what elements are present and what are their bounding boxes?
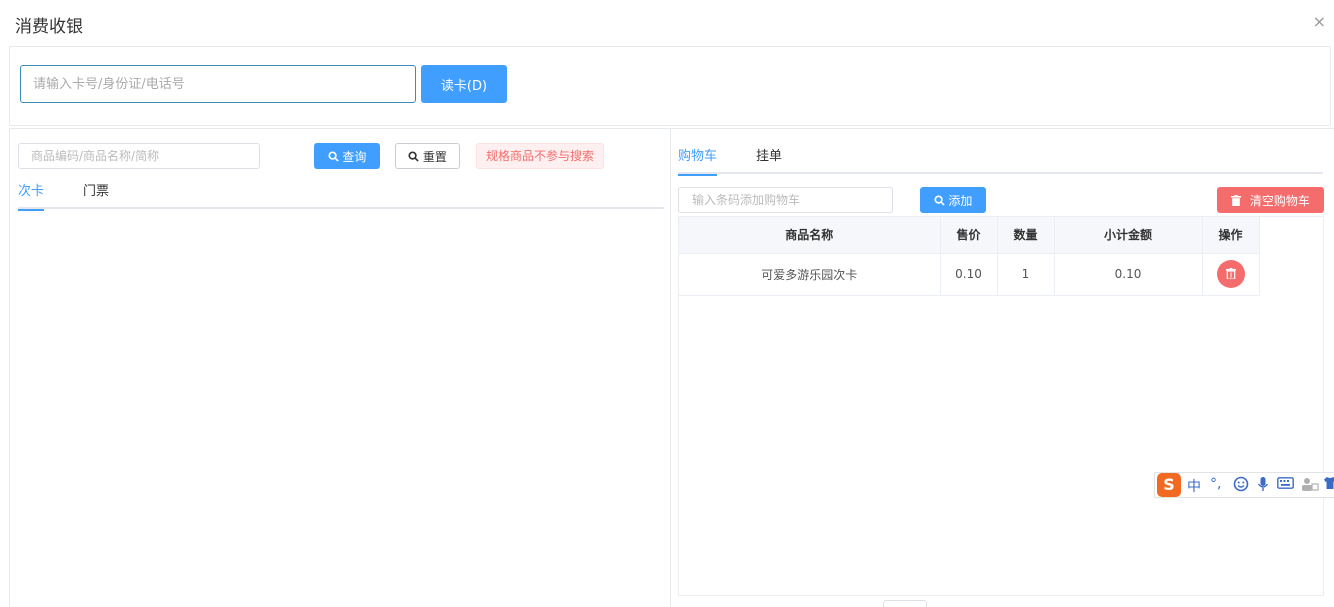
column-header-name: 商品名称 [679,217,941,254]
cart-table-container: 商品名称 售价 数量 小计金额 操作 可爱多游乐园次卡 0.10 1 0.10 [678,216,1324,596]
tab-times-card[interactable]: 次卡 [18,180,45,211]
clear-cart-button[interactable]: 清空购物车 [1217,187,1324,213]
goods-search-input[interactable] [18,143,260,169]
add-button-label: 添加 [948,193,973,208]
reset-button-label: 重置 [422,149,447,164]
read-card-button[interactable]: 读卡(D) [421,65,507,103]
sogou-logo-icon: S [1157,473,1181,497]
tab-cart[interactable]: 购物车 [678,145,718,176]
keyboard-icon[interactable] [1277,476,1294,494]
read-card-section: 读卡(D) [9,46,1331,126]
table-header-row: 商品名称 售价 数量 小计金额 操作 [679,217,1260,254]
dialog-title: 消费收银 [15,17,83,37]
tab-ticket[interactable]: 门票 [83,180,109,209]
trash-icon [1225,268,1236,280]
delete-row-button[interactable] [1216,260,1245,288]
close-icon[interactable]: × [1313,12,1326,31]
punctuation-toggle[interactable]: °, [1210,476,1221,492]
cell-name: 可爱多游乐园次卡 [679,253,941,296]
checkout-dialog: 消费收银 × 读卡(D) 查询 重置 规格商品不参与搜索 次卡 门票 购物车 挂… [0,0,1334,607]
search-icon [408,150,423,164]
add-to-cart-button[interactable]: 添加 [920,187,986,213]
clear-cart-label: 清空购物车 [1249,193,1310,208]
column-header-subtotal: 小计金额 [1054,217,1203,254]
cell-actions [1202,253,1260,296]
user-tools-icon[interactable] [1301,476,1319,496]
card-number-input[interactable] [20,65,416,103]
cart-table: 商品名称 售价 数量 小计金额 操作 可爱多游乐园次卡 0.10 1 0.10 [679,217,1260,296]
trash-icon [1231,194,1250,208]
search-icon [328,150,343,164]
search-hint-badge: 规格商品不参与搜索 [476,143,604,169]
cart-tabs: 购物车 挂单 [678,141,1323,176]
cell-price: 0.10 [940,253,998,296]
tab-pending-orders[interactable]: 挂单 [756,145,782,174]
column-header-actions: 操作 [1202,217,1260,254]
input-mode-toggle[interactable]: 中 [1187,476,1201,496]
barcode-input[interactable] [678,187,893,213]
query-button-label: 查询 [342,149,367,164]
pagination-control[interactable] [883,600,927,607]
query-button[interactable]: 查询 [314,143,380,169]
column-header-qty: 数量 [997,217,1055,254]
emoji-icon[interactable] [1233,476,1249,496]
table-row: 可爱多游乐园次卡 0.10 1 0.10 [679,253,1260,296]
cart-panel: 购物车 挂单 添加 清空购物车 商品名称 售价 数量 小计金额 [671,128,1334,607]
column-header-price: 售价 [940,217,998,254]
skin-icon[interactable] [1323,476,1334,494]
goods-tabs: 次卡 门票 [18,173,664,211]
reset-button[interactable]: 重置 [395,143,460,169]
search-icon [934,194,949,208]
cell-qty: 1 [997,253,1055,296]
microphone-icon[interactable] [1257,476,1269,496]
ime-toolbar: S 中 °, [1154,472,1334,498]
cell-subtotal: 0.10 [1054,253,1203,296]
goods-panel: 查询 重置 规格商品不参与搜索 次卡 门票 [9,128,671,607]
